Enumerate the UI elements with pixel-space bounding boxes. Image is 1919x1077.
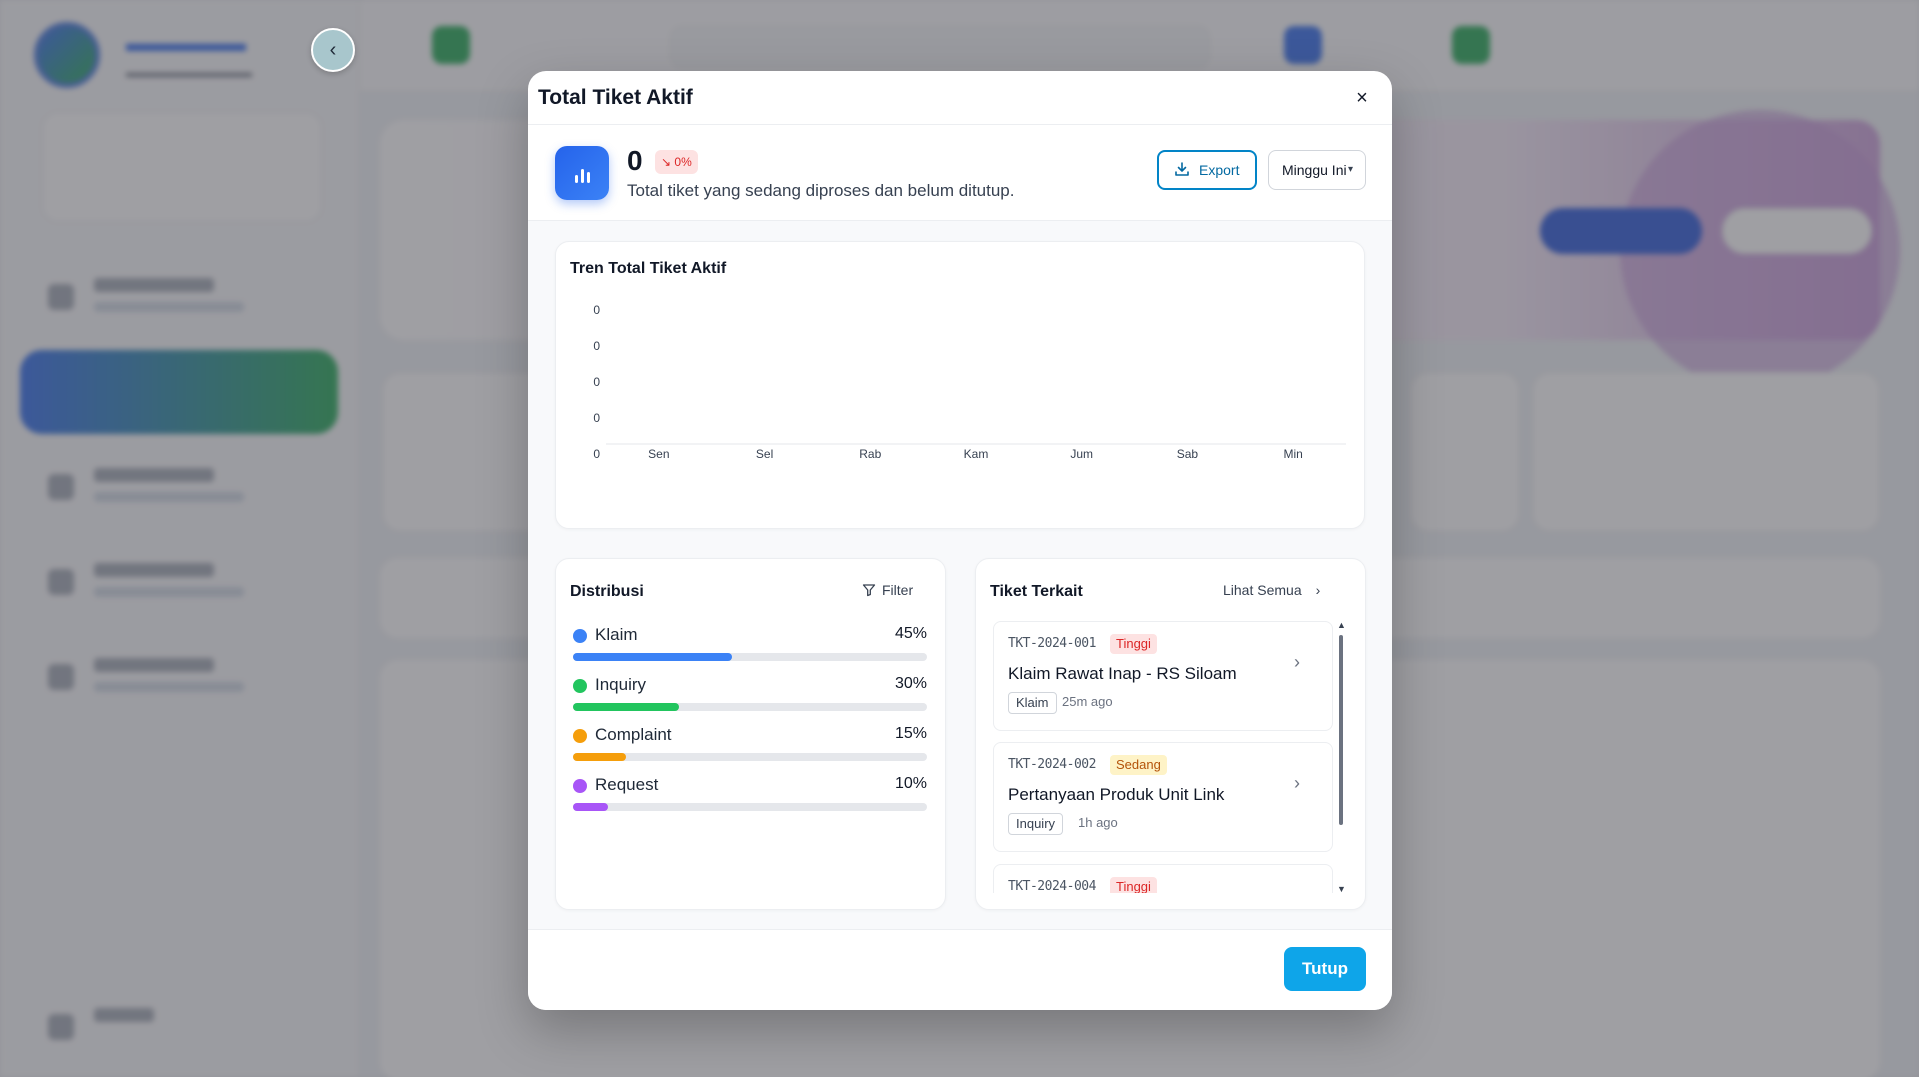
chevron-down-icon: ▾ — [1347, 164, 1353, 175]
y-tick-label: 0 — [593, 447, 600, 461]
scroll-down-icon[interactable]: ▼ — [1337, 885, 1346, 894]
filter-label: Filter — [882, 582, 914, 598]
x-tick-label: Sen — [648, 447, 669, 461]
related-tickets-title: Tiket Terkait — [990, 583, 1083, 600]
category-tag: Klaim — [1008, 692, 1057, 714]
see-all-label: Lihat Semua — [1223, 582, 1302, 598]
period-select[interactable]: Minggu Ini ▾ — [1268, 150, 1366, 190]
ticket-list-scrollbar[interactable]: ▲ ▼ — [1337, 621, 1346, 894]
chevron-right-icon: › — [1315, 582, 1321, 598]
priority-badge: Sedang — [1110, 755, 1167, 775]
distribution-fill — [573, 703, 680, 711]
distribution-label: Klaim — [595, 625, 638, 644]
ticket-id: TKT-2024-002 — [1008, 757, 1096, 772]
related-tickets-card: Tiket Terkait Lihat Semua › TKT-2024-001 … — [975, 558, 1366, 910]
ticket-id: TKT-2024-001 — [1008, 636, 1096, 651]
distribution-percent: 45% — [894, 625, 927, 642]
export-label: Export — [1199, 162, 1240, 178]
ticket-title: Pertanyaan Produk Unit Link — [1008, 785, 1225, 804]
total-value: 0 — [627, 145, 643, 176]
ticket-id: TKT-2024-004 — [1008, 879, 1096, 893]
distribution-label: Inquiry — [595, 675, 647, 694]
change-badge: ↘ 0% — [655, 150, 698, 174]
distribution-item: Request 10% — [573, 771, 927, 811]
request-dot — [573, 779, 587, 793]
close-button[interactable]: Tutup — [1284, 947, 1366, 991]
ticket-item[interactable]: TKT-2024-004 Tinggi › — [993, 864, 1333, 893]
x-tick-label: Sab — [1177, 447, 1199, 461]
x-tick-label: Sel — [756, 447, 773, 461]
ticket-time: 1h ago — [1078, 815, 1118, 830]
ticket-item[interactable]: TKT-2024-002 Sedang Pertanyaan Produk Un… — [993, 742, 1333, 852]
modal-footer: Tutup — [528, 929, 1392, 1010]
modal-header: Total Tiket Aktif × — [528, 71, 1392, 125]
distribution-title: Distribusi — [570, 583, 644, 600]
klaim-dot — [573, 629, 587, 643]
distribution-card: Distribusi Filter Klaim 45% Inquiry 30% … — [555, 558, 946, 910]
see-all-link[interactable]: Lihat Semua › — [1223, 582, 1320, 598]
summary-section: 0 ↘ 0% Total tiket yang sedang diproses … — [528, 125, 1392, 221]
chevron-right-icon: › — [1294, 652, 1300, 672]
ticket-time: 25m ago — [1062, 694, 1113, 709]
export-button[interactable]: Export — [1157, 150, 1257, 190]
bar-chart-icon — [555, 146, 609, 200]
close-icon[interactable]: × — [1350, 86, 1374, 110]
complaint-dot — [573, 729, 587, 743]
x-tick-label: Rab — [859, 447, 881, 461]
x-tick-label: Kam — [964, 447, 989, 461]
y-tick-label: 0 — [593, 303, 600, 317]
distribution-fill — [573, 653, 733, 661]
distribution-item: Complaint 15% — [573, 721, 927, 761]
distribution-track — [573, 803, 927, 811]
distribution-label: Request — [595, 775, 659, 794]
distribution-item: Klaim 45% — [573, 621, 927, 661]
modal-body: Tren Total Tiket Aktif 0 0 0 0 0 Sen Sel Rab Kam… — [528, 221, 1392, 929]
ticket-item[interactable]: TKT-2024-001 Tinggi Klaim Rawat Inap - R… — [993, 621, 1333, 731]
distribution-percent: 10% — [894, 775, 927, 792]
chevron-right-icon: › — [1294, 773, 1300, 793]
distribution-track — [573, 653, 927, 661]
download-icon — [1175, 162, 1189, 176]
ticket-title: Klaim Rawat Inap - RS Siloam — [1008, 664, 1237, 683]
scroll-up-icon[interactable]: ▲ — [1337, 621, 1346, 630]
filter-button[interactable]: Filter — [862, 582, 913, 598]
total-active-tickets-modal: Total Tiket Aktif × 0 ↘ 0% Total tiket y… — [528, 71, 1392, 1010]
scrollbar-thumb[interactable] — [1339, 635, 1343, 825]
trend-chart-card: Tren Total Tiket Aktif 0 0 0 0 0 Sen Sel Rab Kam… — [555, 241, 1365, 529]
period-label: Minggu Ini — [1282, 162, 1347, 178]
y-tick-label: 0 — [593, 375, 600, 389]
priority-badge: Tinggi — [1110, 634, 1157, 654]
modal-title: Total Tiket Aktif — [538, 86, 693, 109]
x-tick-label: Jum — [1070, 447, 1093, 461]
distribution-percent: 15% — [894, 725, 927, 742]
trend-chart: 0 0 0 0 0 Sen Sel Rab Kam Jum Sab Min — [593, 303, 1346, 461]
collapse-sidebar-button[interactable]: ‹ — [311, 28, 355, 72]
distribution-track — [573, 753, 927, 761]
distribution-percent: 30% — [894, 675, 927, 692]
summary-description: Total tiket yang sedang diproses dan bel… — [627, 181, 1015, 200]
distribution-fill — [573, 803, 609, 811]
distribution-fill — [573, 753, 627, 761]
distribution-label: Complaint — [595, 725, 672, 744]
distribution-track — [573, 703, 927, 711]
priority-badge: Tinggi — [1110, 877, 1157, 893]
filter-icon — [862, 584, 876, 597]
distribution-item: Inquiry 30% — [573, 671, 927, 711]
category-tag: Inquiry — [1008, 813, 1064, 835]
y-tick-label: 0 — [593, 411, 600, 425]
related-tickets-list: TKT-2024-001 Tinggi Klaim Rawat Inap - R… — [993, 621, 1333, 893]
inquiry-dot — [573, 679, 587, 693]
x-tick-label: Min — [1283, 447, 1302, 461]
y-tick-label: 0 — [593, 339, 600, 353]
